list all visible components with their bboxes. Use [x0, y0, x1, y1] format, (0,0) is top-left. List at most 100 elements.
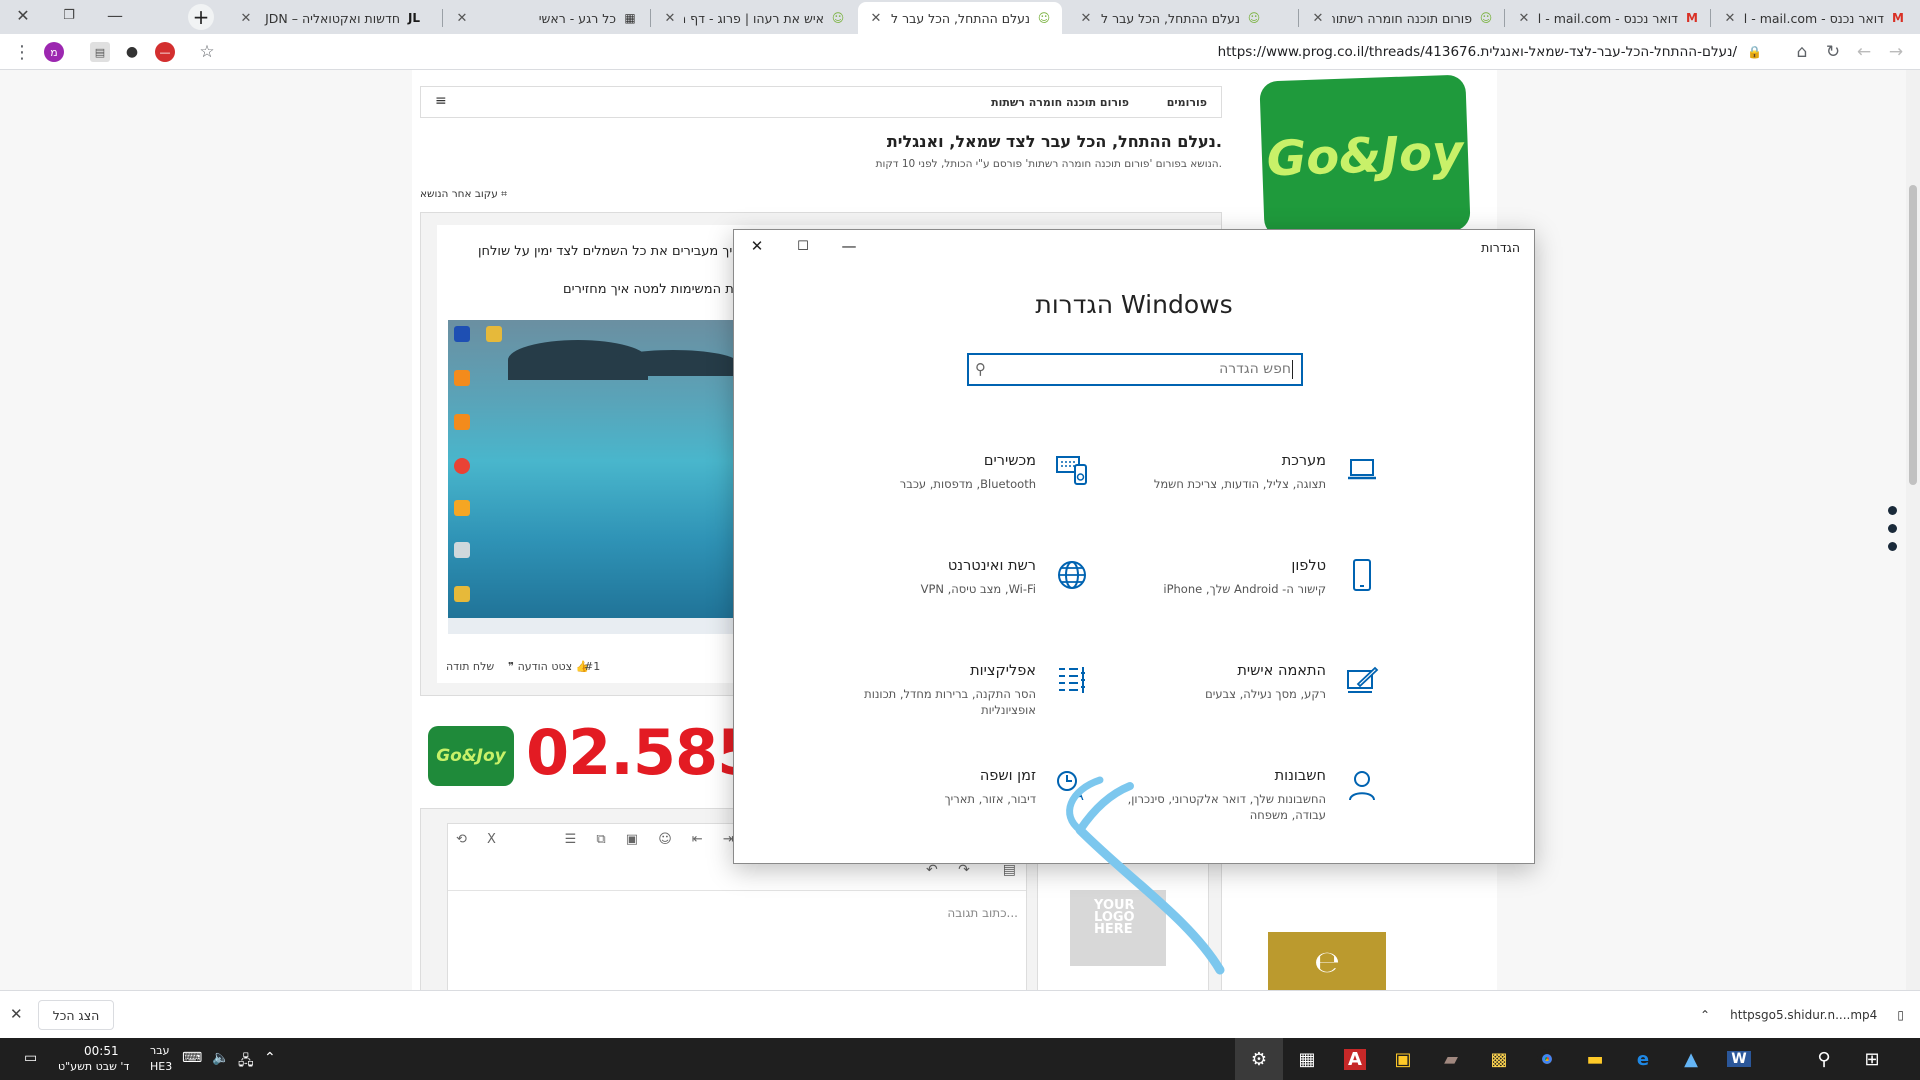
page-scrollbar[interactable]	[1906, 70, 1920, 990]
keyboard-icon[interactable]: ⌨	[182, 1050, 202, 1066]
category-name: חשבונות	[1274, 768, 1326, 784]
post-actions: צטט הודעה ❞ שלח תודה 👍	[446, 660, 589, 673]
taskbar-app-icon[interactable]: ▲	[1667, 1038, 1715, 1080]
settings-search-input[interactable]: חפש הגדרה ⚲	[967, 353, 1303, 386]
home-icon[interactable]: ⌂	[1788, 38, 1816, 66]
tab-kol-rega[interactable]: ▦ כל רגע - ראשי ✕	[444, 2, 648, 34]
tab-close-icon[interactable]: ✕	[1310, 11, 1326, 26]
download-bar: ✕ הצג הכל ⌃ httpsgo5.shidur.n....mp4 ▯	[0, 990, 1920, 1038]
category-accounts[interactable]: חשבונות החשבונות שלך, דואר אלקטרוני, סינ…	[1062, 765, 1382, 855]
category-phone[interactable]: טלפון קישור ה- Android שלך, iPhone	[1062, 555, 1382, 645]
reload-icon[interactable]: ↻	[1819, 38, 1847, 66]
chevron-up-icon[interactable]: ⌃	[1700, 1008, 1710, 1022]
tab-gmail-1[interactable]: M דואר נכנס - Gmail - mail.com ✕	[1712, 2, 1916, 34]
back-icon[interactable]: →	[1882, 38, 1910, 66]
tab-gmail-2[interactable]: M דואר נכנס - Gmail - mail.com ✕	[1506, 2, 1710, 34]
taskbar-settings-icon[interactable]: ⚙	[1235, 1038, 1283, 1080]
tab-close-icon[interactable]: ✕	[238, 11, 254, 26]
brand-pillow-large-image[interactable]: Go&Joy	[1259, 74, 1471, 238]
extension-icon[interactable]: ●	[122, 42, 142, 62]
category-apps[interactable]: אפליקציות הסר התקנה, ברירות מחדל, תכונות…	[772, 660, 1092, 750]
hamburger-menu-icon[interactable]: ≡	[435, 93, 447, 109]
category-network[interactable]: רשת ואינטרנט Wi-Fi, מצב טיסה, VPN	[772, 555, 1092, 645]
post-number[interactable]: #1	[584, 660, 600, 673]
ad-banner[interactable]: Go&Joy 02.585	[428, 716, 760, 798]
category-personalization[interactable]: התאמה אישית רקע, מסך נעילה, צבעים	[1062, 660, 1382, 750]
download-bar-close-icon[interactable]: ✕	[10, 1005, 23, 1023]
notifications-icon[interactable]: ▭	[24, 1050, 37, 1066]
taskbar-file-explorer-icon[interactable]: ▬	[1571, 1038, 1619, 1080]
tab-title: נעלם ההתחל, הכל עבר לצד	[1100, 10, 1240, 26]
category-desc: רקע, מסך נעילה, צבעים	[1205, 687, 1326, 701]
tab-forum[interactable]: ☺ פורום תוכנה חומרה רשתות ✕	[1300, 2, 1504, 34]
gmail-icon: M	[1892, 11, 1904, 25]
tab-title: נעלם ההתחל, הכל עבר לצד	[890, 10, 1030, 26]
tray-chevron-icon[interactable]: ⌃	[264, 1050, 276, 1066]
window-restore-icon[interactable]: ❐	[46, 0, 92, 30]
tab-jdn[interactable]: JL חדשות ואקטואליה – JDN ✕	[228, 2, 432, 34]
settings-maximize-icon[interactable]: ☐	[780, 230, 826, 262]
address-bar[interactable]: https://www.prog.co.il/threads/413676.נע…	[215, 38, 1770, 66]
category-time-language[interactable]: A זמן ושפה דיבור, אזור, תאריך	[772, 765, 1092, 855]
category-name: אפליקציות	[970, 663, 1036, 679]
clock-date[interactable]: ד' שבט תשע"ט	[58, 1060, 129, 1073]
tab-close-icon[interactable]: ✕	[1078, 11, 1094, 26]
tab-close-icon[interactable]: ✕	[868, 11, 884, 26]
taskbar-word-icon[interactable]: W	[1715, 1038, 1763, 1080]
tab-close-icon[interactable]: ✕	[662, 11, 678, 26]
breadcrumb-home[interactable]: פורומים	[1167, 87, 1207, 117]
gold-ad-image[interactable]: ℮	[1268, 932, 1386, 990]
follow-label: עקוב אחר הנושא	[420, 188, 498, 200]
taskbar-search-icon[interactable]: ⚲	[1800, 1038, 1848, 1080]
editor-undo-redo[interactable]: ↶ ↷ ▤	[926, 862, 1024, 878]
adblock-icon[interactable]: —	[155, 42, 175, 62]
menu-dots-icon[interactable]: ⋮	[8, 38, 36, 66]
window-minimize-icon[interactable]: —	[92, 0, 138, 30]
search-placeholder: חפש הגדרה	[1219, 361, 1291, 377]
tab-close-icon[interactable]: ✕	[454, 11, 470, 26]
download-item[interactable]: ⌃ httpsgo5.shidur.n....mp4 ▯	[1692, 1001, 1912, 1029]
keyboard-layout[interactable]: HE3	[150, 1060, 172, 1073]
profile-avatar[interactable]: מ	[44, 42, 64, 62]
taskbar-chrome-icon[interactable]	[1523, 1038, 1571, 1080]
taskbar-archive-icon[interactable]: ▰	[1427, 1038, 1475, 1080]
category-system[interactable]: מערכת תצוגה, צליל, הודעות, צריכת חשמל	[1062, 450, 1382, 540]
window-close-icon[interactable]: ✕	[0, 0, 46, 30]
settings-minimize-icon[interactable]: —	[826, 230, 872, 262]
category-desc: קישור ה- Android שלך, iPhone	[1163, 582, 1326, 596]
clock-time[interactable]: 00:51	[84, 1044, 119, 1058]
browser-toolbar: ⋮ מ ▤ ● — ☆ https://www.prog.co.il/threa…	[0, 34, 1920, 70]
taskbar-store-icon[interactable]: ▣	[1379, 1038, 1427, 1080]
tab-thread-active[interactable]: ☺ נעלם ההתחל, הכל עבר לצד ✕	[858, 2, 1062, 34]
breadcrumb: ≡ פורומים פורום תוכנה חומרה רשתות	[420, 86, 1222, 118]
tab-close-icon[interactable]: ✕	[1516, 11, 1532, 26]
taskbar-photos-icon[interactable]: ▩	[1475, 1038, 1523, 1080]
quote-button[interactable]: צטט הודעה ❞	[508, 660, 572, 673]
settings-close-icon[interactable]: ✕	[734, 230, 780, 262]
follow-thread-link[interactable]: עקוב אחר הנושא ⌗	[420, 188, 507, 201]
scroll-thumb[interactable]	[1909, 185, 1917, 485]
language-indicator[interactable]: עבר	[150, 1044, 169, 1057]
taskbar-acrobat-icon[interactable]: A	[1331, 1038, 1379, 1080]
laptop-icon	[1342, 450, 1382, 490]
editor-toolbar[interactable]: ⟲ Ⅹ ☰ ⧉ ▣ ☺ ⇤ ⇥ ⋮	[456, 832, 775, 847]
breadcrumb-forum[interactable]: פורום תוכנה חומרה רשתות	[991, 87, 1129, 117]
new-tab-button[interactable]: +	[188, 4, 214, 30]
desktop-screenshot-image[interactable]	[448, 320, 738, 634]
tab-thread-1[interactable]: ☺ נעלם ההתחל, הכל עבר לצד ✕	[1068, 2, 1272, 34]
show-all-downloads-button[interactable]: הצג הכל	[38, 1000, 114, 1030]
phone-icon	[1342, 555, 1382, 595]
floating-dots-menu-icon[interactable]	[1888, 506, 1898, 551]
forward-icon[interactable]: ←	[1850, 38, 1878, 66]
tab-close-icon[interactable]: ✕	[1722, 11, 1738, 26]
network-icon[interactable]: 🖧	[238, 1050, 254, 1074]
volume-icon[interactable]: 🔈	[212, 1050, 229, 1066]
extension-icon[interactable]: ▤	[90, 42, 110, 62]
start-button-icon[interactable]: ⊞	[1848, 1038, 1896, 1080]
quote-label: צטט הודעה	[517, 660, 573, 673]
taskbar-calculator-icon[interactable]: ▦	[1283, 1038, 1331, 1080]
taskbar-edge-icon[interactable]: e	[1619, 1038, 1667, 1080]
category-devices[interactable]: מכשירים Bluetooth, מדפסות, עכבר	[772, 450, 1092, 540]
category-desc: הסר התקנה, ברירות מחדל, תכונות אופציונלי…	[864, 687, 1036, 717]
tab-prog-home[interactable]: ☺ איש את רעהו | פרוג - דף הב ✕	[652, 2, 856, 34]
